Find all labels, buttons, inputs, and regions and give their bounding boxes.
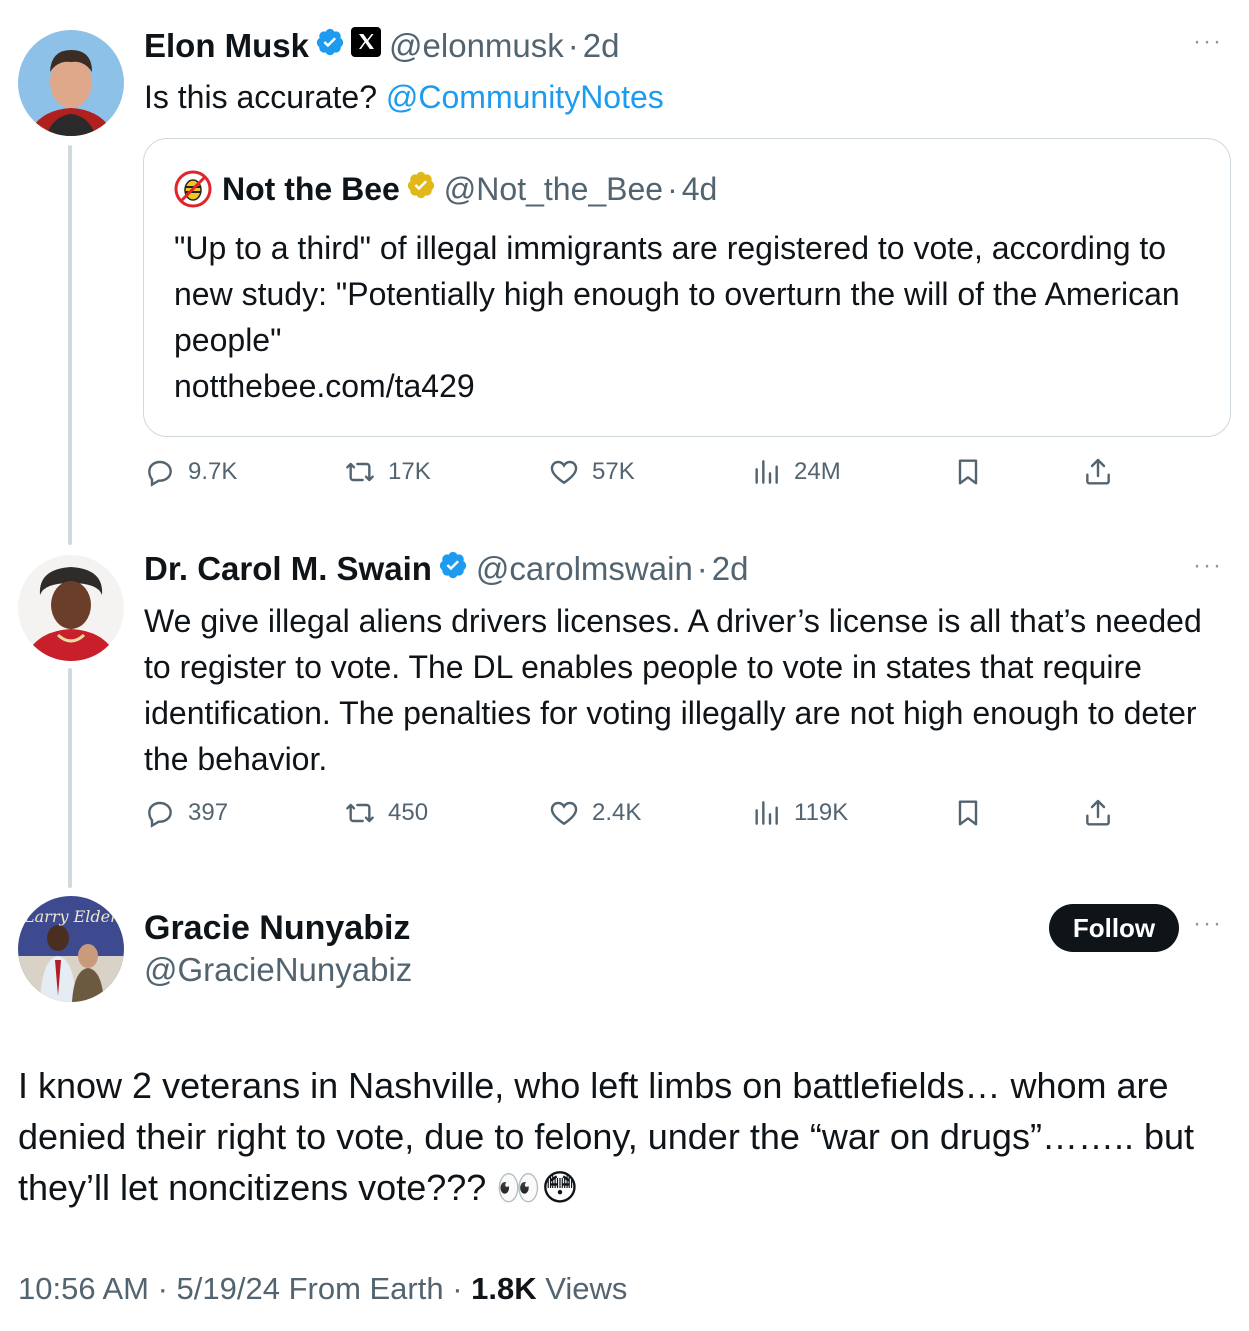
quote-header: Not the Bee @Not_the_Bee · 4d — [174, 169, 717, 209]
tweet-actions: 9.7K 17K 57K 24M — [144, 456, 1224, 496]
more-options-icon[interactable]: ··· — [1193, 28, 1223, 56]
verified-badge-icon — [438, 549, 468, 589]
svg-text:Larry Elder: Larry Elder — [23, 907, 119, 926]
bookmark-button[interactable] — [952, 797, 984, 829]
timestamp[interactable]: 2d — [712, 549, 749, 589]
reply-icon — [148, 460, 172, 487]
like-button[interactable]: 57K — [548, 456, 635, 488]
share-button[interactable] — [1082, 456, 1114, 488]
reply-icon — [148, 801, 172, 828]
like-count: 57K — [592, 458, 635, 485]
tweet-text: We give illegal aliens drivers licenses.… — [144, 603, 1202, 777]
handle[interactable]: @elonmusk — [389, 26, 564, 66]
tweet-text: I know 2 veterans in Nashville, who left… — [18, 1065, 1194, 1208]
handle[interactable]: @GracieNunyabiz — [144, 948, 412, 992]
quote-display-name[interactable]: Not the Bee — [222, 169, 400, 209]
analytics-icon — [755, 460, 778, 484]
repost-button[interactable]: 17K — [344, 456, 431, 488]
more-options-icon[interactable]: ··· — [1193, 552, 1223, 580]
repost-icon — [346, 803, 374, 823]
avatar-gracienunyabiz[interactable]: Larry Elder — [18, 896, 124, 1002]
reply-count: 9.7K — [188, 458, 238, 485]
views-label: Views — [536, 1271, 628, 1306]
repost-count: 450 — [388, 799, 429, 826]
tweet-actions: 397 450 2.4K 119K — [144, 797, 1224, 837]
bookmark-icon — [958, 459, 978, 485]
quote-link[interactable]: notthebee.com/ta429 — [174, 363, 1214, 409]
verified-badge-icon — [315, 26, 345, 66]
display-name[interactable]: Elon Musk — [144, 26, 309, 66]
separator-dot: · — [567, 27, 579, 64]
share-button[interactable] — [1082, 797, 1114, 829]
quote-handle[interactable]: @Not_the_Bee — [444, 169, 663, 209]
analytics-icon — [755, 801, 778, 825]
tweet-meta: 10:56 AM · 5/19/24 From Earth · 1.8K Vie… — [18, 1268, 627, 1310]
views-count: 1.8K — [471, 1271, 537, 1306]
quote-text-body: "Up to a third" of illegal immigrants ar… — [174, 230, 1180, 358]
thread-line — [68, 145, 72, 545]
display-name[interactable]: Dr. Carol M. Swain — [144, 549, 432, 589]
avatar-elonmusk[interactable] — [18, 30, 124, 136]
share-icon — [1086, 458, 1110, 485]
notthebee-avatar-icon — [174, 170, 212, 208]
display-name[interactable]: Gracie Nunyabiz — [144, 906, 410, 950]
bookmark-icon — [958, 800, 978, 826]
share-icon — [1086, 799, 1110, 826]
like-button[interactable]: 2.4K — [548, 797, 641, 829]
bookmark-button[interactable] — [952, 456, 984, 488]
tweet-text: Is this accurate? @CommunityNotes — [144, 74, 1224, 120]
separator-dot: · — [696, 550, 708, 587]
gold-verified-badge-icon — [406, 169, 436, 209]
like-count: 2.4K — [592, 799, 642, 826]
repost-icon — [346, 462, 374, 482]
thread-line — [68, 668, 72, 888]
reply-button[interactable]: 397 — [144, 797, 228, 829]
follow-button[interactable]: Follow — [1049, 904, 1179, 952]
more-options-icon[interactable]: ··· — [1193, 910, 1223, 938]
x-logo-icon — [351, 26, 382, 66]
tweet-timestamp[interactable]: 10:56 AM · 5/19/24 From Earth · — [18, 1271, 471, 1306]
mention-link[interactable]: @CommunityNotes — [386, 79, 664, 115]
tweet-header: Dr. Carol M. Swain @carolmswain · 2d — [144, 549, 749, 589]
repost-button[interactable]: 450 — [344, 797, 428, 829]
tweet-text-body: Is this accurate? — [144, 79, 386, 115]
reply-count: 397 — [188, 799, 229, 826]
heart-icon — [550, 801, 578, 826]
quote-text: "Up to a third" of illegal immigrants ar… — [174, 225, 1214, 409]
avatar-carolmswain[interactable] — [18, 555, 124, 661]
separator-dot: · — [667, 171, 678, 207]
views-count: 119K — [794, 799, 849, 826]
handle[interactable]: @carolmswain — [476, 549, 693, 589]
repost-count: 17K — [388, 458, 431, 485]
quote-timestamp[interactable]: 4d — [682, 169, 718, 209]
views-button[interactable]: 119K — [750, 797, 848, 829]
timestamp[interactable]: 2d — [583, 26, 620, 66]
views-count: 24M — [794, 458, 841, 485]
tweet-header: Elon Musk @elonmusk · 2d — [144, 26, 619, 66]
views-button[interactable]: 24M — [750, 456, 841, 488]
reply-button[interactable]: 9.7K — [144, 456, 237, 488]
quoted-tweet-card[interactable]: Not the Bee @Not_the_Bee · 4d "Up to a t… — [143, 138, 1231, 437]
heart-icon — [550, 460, 578, 485]
